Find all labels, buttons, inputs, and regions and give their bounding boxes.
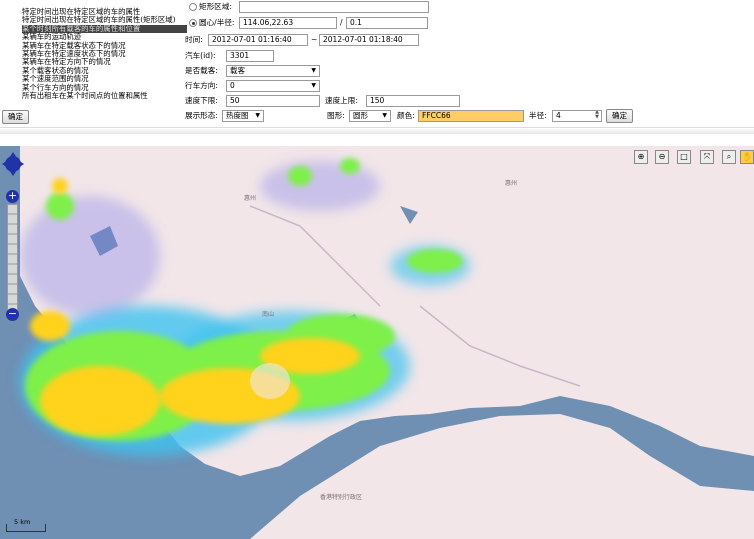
shape-label: 图形: xyxy=(327,111,345,120)
car-label: 汽车(id): xyxy=(185,51,216,60)
loaded-value: 载客 xyxy=(230,66,245,75)
zoom-slider[interactable] xyxy=(7,204,18,314)
display-select[interactable]: 热度图 ▼ xyxy=(222,110,264,122)
radius2-input[interactable]: 4 ▲ ▼ xyxy=(552,110,602,122)
chevron-down-icon: ▼ xyxy=(311,82,316,89)
time-start-input[interactable]: 2012-07-01 01:16:40 xyxy=(208,34,308,46)
zoom-out-tool-icon[interactable]: ⊖ xyxy=(655,150,669,164)
land-patch xyxy=(250,363,290,399)
pan-control[interactable] xyxy=(2,150,24,178)
radius2-label: 半径: xyxy=(529,111,547,120)
rect-label: 矩形区域: xyxy=(199,2,232,11)
color-input[interactable]: FFCC66 xyxy=(418,110,524,122)
shape-value: 圆形 xyxy=(353,111,368,120)
shape-select[interactable]: 圆形 ▼ xyxy=(349,110,391,122)
center-input[interactable]: 114.06,22.63 xyxy=(239,17,337,29)
time-sep: ~ xyxy=(311,35,318,44)
place-label: 香港特别行政区 xyxy=(320,494,363,501)
menu-confirm-button[interactable]: 确定 xyxy=(2,110,29,124)
place-label: 惠州 xyxy=(244,195,257,202)
loaded-label: 是否载客: xyxy=(185,66,218,75)
rect-input[interactable] xyxy=(239,1,429,13)
slash-label: / xyxy=(340,18,343,27)
zoom-out-icon[interactable]: − xyxy=(6,308,19,321)
speed-min-label: 速度下限: xyxy=(185,96,218,105)
time-end-input[interactable]: 2012-07-01 01:18:40 xyxy=(319,34,419,46)
map-view[interactable]: + − 5 km 惠州 惠州 南山 香港特别行政区 xyxy=(0,146,754,539)
time-label: 时间: xyxy=(185,35,203,44)
spinner-icon[interactable]: ▲ ▼ xyxy=(595,111,599,120)
radius2-value: 4 xyxy=(556,111,561,120)
circle-radio[interactable] xyxy=(189,19,197,27)
chevron-down-icon: ▼ xyxy=(311,67,316,74)
query-menu: 特定时间出现在特定区域的车的属性 特定时间出现在特定区域的车的属性(矩形区域) … xyxy=(22,7,187,100)
place-label: 南山 xyxy=(262,311,275,318)
circle-label: 圆心/半径: xyxy=(199,18,235,27)
zoom-in-icon[interactable]: + xyxy=(6,190,19,203)
rect-radio[interactable] xyxy=(189,3,197,11)
rectangle-tool-icon[interactable]: □ xyxy=(677,150,691,164)
radius-input[interactable]: 0.1 xyxy=(346,17,428,29)
speed-max-input[interactable]: 150 xyxy=(366,95,460,107)
scale-label: 5 km xyxy=(14,518,31,526)
magnify-tool-icon[interactable]: ⌕ xyxy=(722,150,736,164)
chevron-down-icon: ▼ xyxy=(382,112,387,119)
display-label: 展示形态: xyxy=(185,111,218,120)
heatmap-svg xyxy=(20,146,754,539)
display-value: 热度图 xyxy=(226,111,249,120)
chevron-down-icon: ▼ xyxy=(255,112,260,119)
loaded-select[interactable]: 载客 ▼ xyxy=(226,65,320,77)
separator xyxy=(0,127,754,134)
speed-min-input[interactable]: 50 xyxy=(226,95,320,107)
direction-label: 行车方向: xyxy=(185,81,218,90)
place-label: 惠州 xyxy=(505,180,518,187)
car-input[interactable]: 3301 xyxy=(226,50,274,62)
lasso-tool-icon[interactable]: ⤧ xyxy=(700,150,714,164)
pan-arrows-icon[interactable] xyxy=(2,150,24,178)
direction-select[interactable]: 0 ▼ xyxy=(226,80,320,92)
form-confirm-button[interactable]: 确定 xyxy=(606,109,633,123)
direction-value: 0 xyxy=(230,81,235,90)
color-label: 颜色: xyxy=(397,111,415,120)
zoom-in-tool-icon[interactable]: ⊕ xyxy=(634,150,648,164)
speed-max-label: 速度上限: xyxy=(325,96,358,105)
menu-item[interactable]: 所有出租车在某个时间点的位置和属性 xyxy=(22,91,187,100)
pan-tool-icon[interactable]: ✋ xyxy=(740,150,754,164)
